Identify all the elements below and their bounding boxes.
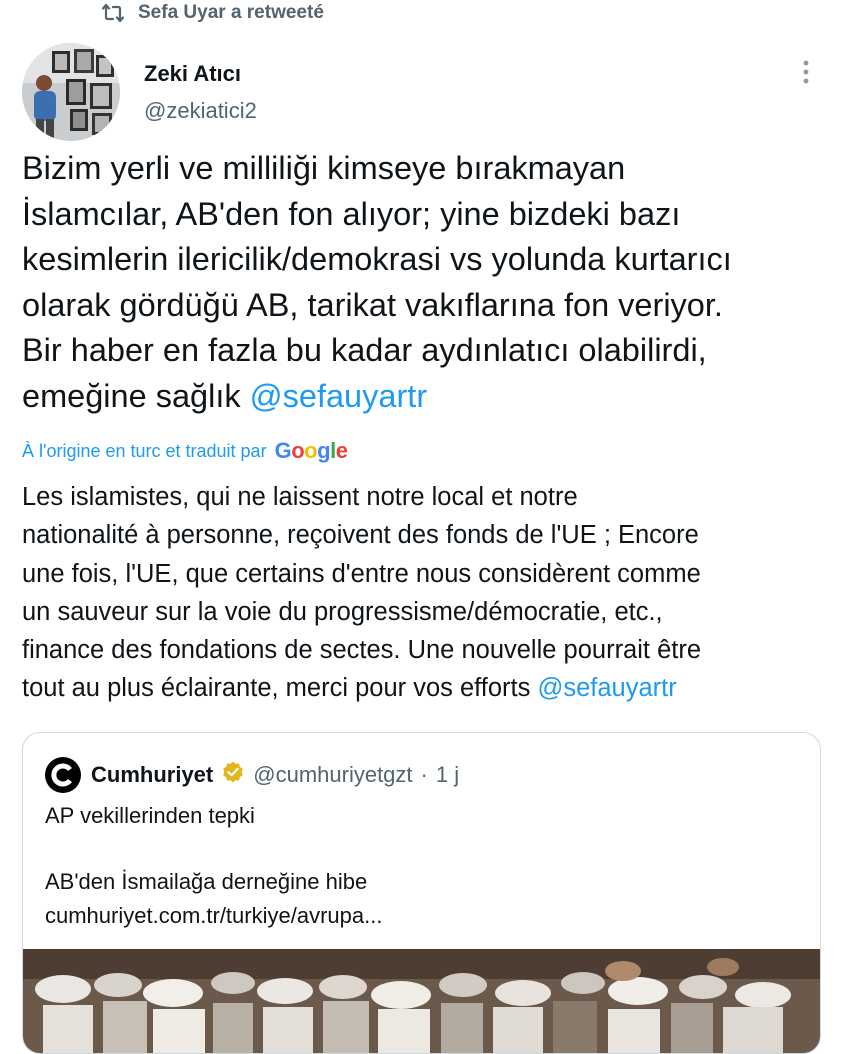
google-logo: Google xyxy=(274,438,348,463)
more-vertical-icon[interactable] xyxy=(793,58,819,86)
quote-tweet-card[interactable]: Cumhuriyet @cumhuriyetgzt · 1 j AP vekil… xyxy=(22,732,821,1054)
translated-text: Les islamistes, qui ne laissent notre lo… xyxy=(22,478,832,708)
quote-media-image[interactable] xyxy=(23,949,820,1053)
translation-label: À l'origine en turc et traduit par xyxy=(22,440,267,461)
translated-text-body: Les islamistes, qui ne laissent notre lo… xyxy=(22,483,702,703)
quote-text-headline: AB'den İsmailağa derneğine hibe xyxy=(45,869,368,894)
author-avatar[interactable] xyxy=(22,43,120,141)
retweet-banner-text: Sefa Uyar a retweeté xyxy=(138,2,324,23)
quote-link[interactable]: cumhuriyet.com.tr/turkiye/avrupa... xyxy=(45,903,382,929)
quote-text-line: AP vekillerinden tepki xyxy=(45,803,255,828)
quote-avatar[interactable] xyxy=(45,757,81,793)
retweet-icon xyxy=(102,3,124,23)
author-handle[interactable]: @zekiatici2 xyxy=(144,98,257,124)
mention-link[interactable]: @sefauyartr xyxy=(250,378,428,414)
tweet-text-body: Bizim yerli ve milliliği kimseye bırakma… xyxy=(22,150,732,414)
translated-mention-link[interactable]: @sefauyartr xyxy=(537,674,676,702)
quote-author-handle: @cumhuriyetgzt xyxy=(253,762,413,787)
quote-timestamp: 1 j xyxy=(435,762,460,787)
quote-header: Cumhuriyet @cumhuriyetgzt · 1 j xyxy=(45,757,459,793)
author-name[interactable]: Zeki Atıcı xyxy=(144,61,241,87)
verified-badge-icon xyxy=(221,760,245,790)
retweet-banner[interactable]: Sefa Uyar a retweeté xyxy=(102,0,324,26)
quote-author-name: Cumhuriyet xyxy=(91,762,214,787)
tweet-text: Bizim yerli ve milliliği kimseye bırakma… xyxy=(22,146,822,419)
quote-separator: · xyxy=(420,762,428,787)
translation-label-row[interactable]: À l'origine en turc et traduit par Googl… xyxy=(22,437,348,465)
